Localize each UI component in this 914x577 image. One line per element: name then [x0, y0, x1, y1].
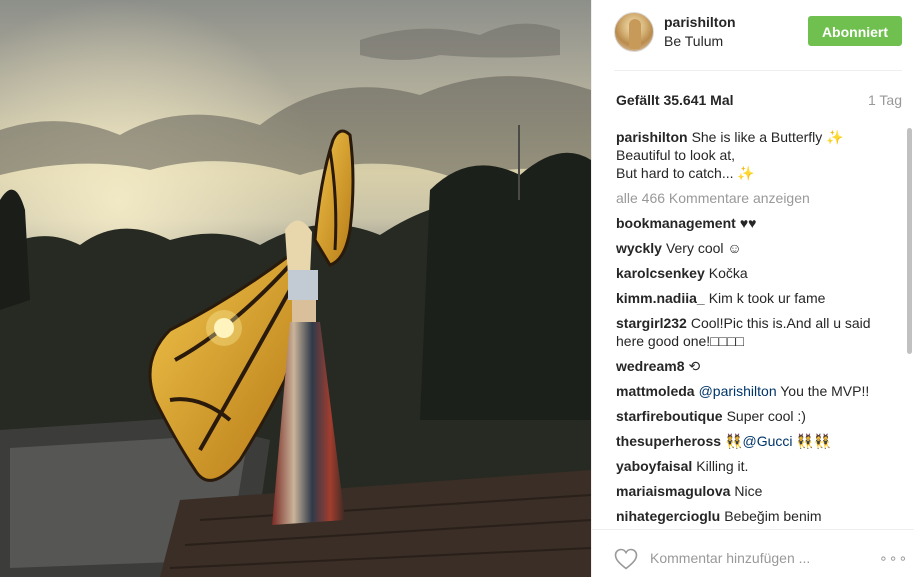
comment-username[interactable]: yaboyfaisal	[616, 458, 692, 474]
photo-scene	[0, 0, 591, 577]
comment-emoji: 👯	[725, 433, 743, 449]
post-time[interactable]: 1 Tag	[868, 92, 902, 108]
comment-username[interactable]: stargirl232	[616, 315, 687, 331]
comment-mention[interactable]: @parishilton	[699, 383, 777, 399]
comment-footer: ∘∘∘	[592, 529, 914, 577]
post-username[interactable]: parishilton	[664, 14, 736, 30]
heart-icon[interactable]	[614, 548, 638, 570]
post-header: parishilton Be Tulum Abonniert	[592, 0, 914, 70]
comment-text: Very cool ☺	[665, 240, 742, 256]
comment-item: mattmoleda @parishilton You the MVP!!	[616, 382, 900, 400]
comment-item: wedream8 ⟲	[616, 357, 900, 375]
comment-item: yaboyfaisal Killing it.	[616, 457, 900, 475]
comment-username[interactable]: kimm.nadiia_	[616, 290, 705, 306]
comment-text: Bebeğim benim	[724, 508, 822, 524]
comment-text: Kim k took ur fame	[708, 290, 826, 306]
comment-text: ⟲	[688, 358, 701, 374]
comments-list[interactable]: parishilton She is like a Butterfly ✨ Bea…	[616, 128, 900, 526]
comment-username[interactable]: mariaismagulova	[616, 483, 730, 499]
comment-item: karolcsenkey Kočka	[616, 264, 900, 282]
post-location[interactable]: Be Tulum	[664, 33, 723, 49]
comment-username[interactable]: wyckly	[616, 240, 662, 256]
post-side-panel: parishilton Be Tulum Abonniert Gefällt 3…	[591, 0, 914, 577]
comment-item: nihategercioglu Bebeğim benim	[616, 507, 900, 525]
avatar[interactable]	[614, 12, 654, 52]
comment-username[interactable]: nihategercioglu	[616, 508, 720, 524]
caption-line-2: Beautiful to look at,	[616, 147, 736, 163]
view-all-comments-link[interactable]: alle 466 Kommentare anzeigen	[616, 189, 900, 207]
comment-item: mariaismagulova Nice	[616, 482, 900, 500]
comment-username[interactable]: bookmanagement	[616, 215, 736, 231]
comment-text: ♥♥	[739, 215, 757, 231]
more-options-icon[interactable]: ∘∘∘	[879, 548, 907, 568]
comment-item: stargirl232 Cool!Pic this is.And all u sa…	[616, 314, 900, 350]
comment-item: bookmanagement ♥♥	[616, 214, 900, 232]
comment-input[interactable]	[650, 546, 850, 570]
comment-username[interactable]: karolcsenkey	[616, 265, 705, 281]
comment-username[interactable]: starfireboutique	[616, 408, 723, 424]
comment-text: Super cool :)	[726, 408, 806, 424]
comment-item: kimm.nadiia_ Kim k took ur fame	[616, 289, 900, 307]
comments-scrollbar[interactable]	[907, 128, 912, 354]
likes-count[interactable]: Gefällt 35.641 Mal	[616, 92, 734, 108]
comment-text: 👯👯	[796, 433, 832, 449]
header-divider	[614, 70, 902, 71]
comment-text: You the MVP!!	[780, 383, 870, 399]
caption-line-3: But hard to catch... ✨	[616, 165, 755, 181]
comment-username[interactable]: thesuperheross	[616, 433, 721, 449]
caption: parishilton She is like a Butterfly ✨ Bea…	[616, 128, 900, 182]
comment-text: Kočka	[708, 265, 748, 281]
comment-item: wyckly Very cool ☺	[616, 239, 900, 257]
following-button[interactable]: Abonniert	[808, 16, 902, 46]
comment-text: Killing it.	[696, 458, 749, 474]
comment-item: starfireboutique Super cool :)	[616, 407, 900, 425]
comment-username[interactable]: wedream8	[616, 358, 684, 374]
post-photo[interactable]	[0, 0, 591, 577]
caption-username[interactable]: parishilton	[616, 129, 688, 145]
caption-line-1: She is like a Butterfly ✨	[691, 129, 844, 145]
comment-username[interactable]: mattmoleda	[616, 383, 695, 399]
comment-item: thesuperheross 👯@Gucci 👯👯	[616, 432, 900, 450]
comment-mention[interactable]: @Gucci	[742, 433, 792, 449]
comment-text: Nice	[734, 483, 763, 499]
